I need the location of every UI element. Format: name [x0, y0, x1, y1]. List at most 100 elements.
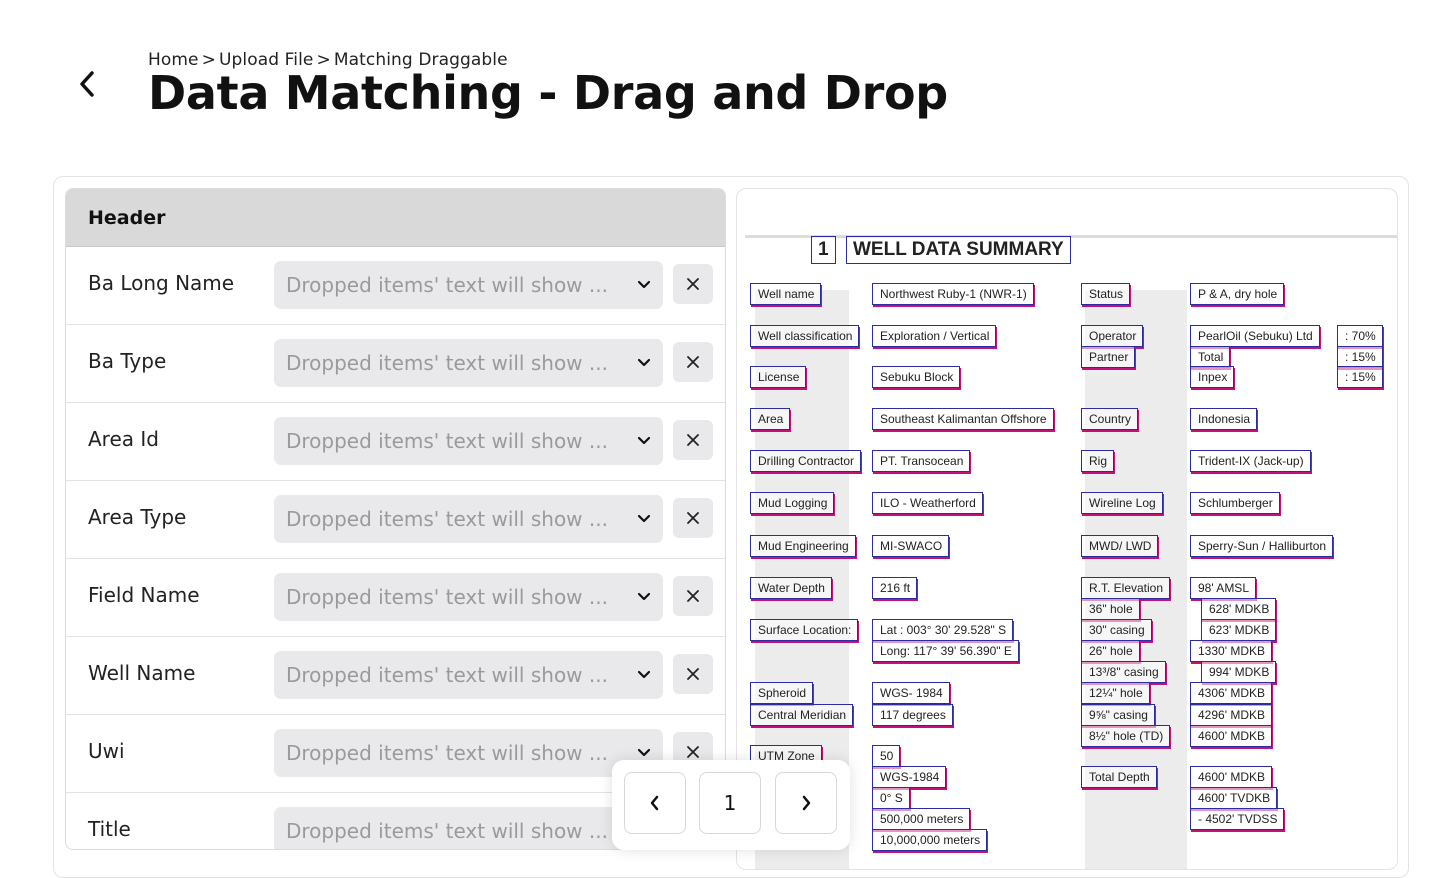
clear-button[interactable] — [673, 498, 713, 538]
select-placeholder: Dropped items' text will show ... — [286, 741, 608, 765]
doc-value-box[interactable]: P & A, dry hole — [1190, 283, 1285, 305]
doc-value-box[interactable]: 0° S — [872, 787, 910, 809]
close-icon — [687, 590, 699, 602]
doc-value-box[interactable]: ILO - Weatherford — [872, 492, 983, 514]
doc-value-box[interactable]: 628' MDKB — [1201, 598, 1277, 620]
dropped-items-select[interactable]: Dropped items' text will show ... — [274, 339, 663, 387]
field-label: Uwi — [88, 739, 125, 763]
doc-label-box[interactable]: License — [750, 366, 807, 388]
clear-button[interactable] — [673, 420, 713, 460]
doc-value-box[interactable]: 500,000 meters — [872, 808, 971, 830]
doc-label-box[interactable]: Drilling Contractor — [750, 450, 862, 472]
field-label: Field Name — [88, 583, 200, 607]
doc-label-box[interactable]: 26" hole — [1081, 640, 1140, 662]
doc-value-box[interactable]: 994' MDKB — [1201, 661, 1277, 683]
doc-value-box[interactable]: 623' MDKB — [1201, 619, 1277, 641]
doc-value-box[interactable]: 4600' TVDKB — [1190, 787, 1278, 809]
doc-value-box[interactable]: Exploration / Vertical — [872, 325, 997, 347]
doc-share-box[interactable]: : 15% — [1337, 366, 1383, 388]
doc-label-box[interactable]: Spheroid — [750, 682, 814, 704]
doc-label-box[interactable]: Partner — [1081, 346, 1136, 368]
clear-button[interactable] — [673, 576, 713, 616]
doc-label-box[interactable]: R.T. Elevation — [1081, 577, 1171, 599]
clear-button[interactable] — [673, 654, 713, 694]
doc-share-box[interactable]: : 70% — [1337, 325, 1383, 347]
doc-label-box[interactable]: 9⅝" casing — [1081, 704, 1155, 726]
doc-value-box[interactable]: Southeast Kalimantan Offshore — [872, 408, 1054, 430]
doc-value-box[interactable]: Total — [1190, 346, 1231, 368]
dropped-items-select[interactable]: Dropped items' text will show ... — [274, 651, 663, 699]
doc-label-box[interactable]: 36" hole — [1081, 598, 1140, 620]
doc-label-box[interactable]: Water Depth — [750, 577, 832, 599]
dropped-items-select[interactable]: Dropped items' text will show ... — [274, 573, 663, 621]
doc-label-box[interactable]: Area — [750, 408, 791, 430]
doc-value-box[interactable]: Indonesia — [1190, 408, 1258, 430]
doc-label-box[interactable]: Well classification — [750, 325, 860, 347]
chevron-down-icon — [637, 670, 651, 679]
doc-value-box[interactable]: 10,000,000 meters — [872, 829, 988, 851]
doc-value-box[interactable]: 4296' MDKB — [1190, 704, 1272, 726]
doc-share-box[interactable]: : 15% — [1337, 346, 1383, 368]
field-mapping-panel: Header Ba Long Name Dropped items' text w… — [65, 188, 726, 850]
doc-label-box[interactable]: 13³/8" casing — [1081, 661, 1166, 683]
next-page-button[interactable] — [775, 772, 837, 834]
doc-value-box[interactable]: WGS- 1984 — [872, 682, 950, 704]
dropped-items-select[interactable]: Dropped items' text will show ... — [274, 729, 663, 777]
section-number-box[interactable]: 1 — [811, 236, 836, 264]
pagination: 1 — [612, 760, 850, 850]
doc-value-box[interactable]: Inpex — [1190, 366, 1235, 388]
dropped-items-select[interactable]: Dropped items' text will show ... — [274, 261, 663, 309]
field-label: Ba Long Name — [88, 271, 235, 295]
doc-value-box[interactable]: Northwest Ruby-1 (NWR-1) — [872, 283, 1034, 305]
clear-button[interactable] — [673, 264, 713, 304]
doc-label-box[interactable]: Surface Location: — [750, 619, 859, 641]
doc-value-box[interactable]: Sebuku Block — [872, 366, 961, 388]
dropped-items-select[interactable]: Dropped items' text will show ... — [274, 417, 663, 465]
doc-label-box[interactable]: Mud Engineering — [750, 535, 856, 557]
doc-value-box[interactable]: Lat : 003° 30' 29.528" S — [872, 619, 1014, 641]
doc-label-box[interactable]: 8½" hole (TD) — [1081, 725, 1171, 747]
doc-label-box[interactable]: Mud Logging — [750, 492, 835, 514]
doc-value-box[interactable]: Trident-IX (Jack-up) — [1190, 450, 1311, 472]
back-button[interactable] — [72, 66, 102, 102]
doc-label-box[interactable]: Operator — [1081, 325, 1144, 347]
doc-value-box[interactable]: 98' AMSL — [1190, 577, 1256, 599]
doc-value-box[interactable]: 4306' MDKB — [1190, 682, 1272, 704]
doc-label-box[interactable]: Status — [1081, 283, 1131, 305]
mapping-row: Well Name Dropped items' text will show .… — [66, 637, 725, 715]
doc-label-box[interactable]: Rig — [1081, 450, 1115, 472]
doc-label-box[interactable]: 30" casing — [1081, 619, 1152, 641]
doc-value-box[interactable]: 1330' MDKB — [1190, 640, 1272, 662]
clear-button[interactable] — [673, 342, 713, 382]
doc-value-box[interactable]: Sperry-Sun / Halliburton — [1190, 535, 1334, 557]
field-label: Area Id — [88, 427, 159, 451]
doc-value-box[interactable]: MI-SWACO — [872, 535, 950, 557]
doc-value-box[interactable]: Long: 117° 39' 56.390" E — [872, 640, 1019, 662]
doc-value-box[interactable]: 117 degrees — [872, 704, 953, 726]
doc-value-box[interactable]: WGS-1984 — [872, 766, 947, 788]
doc-label-box[interactable]: 12¼" hole — [1081, 682, 1150, 704]
doc-value-box[interactable]: PearlOil (Sebuku) Ltd — [1190, 325, 1320, 347]
field-label: Well Name — [88, 661, 196, 685]
close-icon — [687, 668, 699, 680]
doc-value-box[interactable]: 4600' MDKB — [1190, 725, 1272, 747]
dropped-items-select[interactable]: Dropped items' text will show ... — [274, 495, 663, 543]
doc-label-box[interactable]: MWD/ LWD — [1081, 535, 1159, 557]
doc-value-box[interactable]: PT. Transocean — [872, 450, 971, 472]
doc-value-box[interactable]: Schlumberger — [1190, 492, 1280, 514]
doc-label-box[interactable]: Wireline Log — [1081, 492, 1163, 514]
doc-value-box[interactable]: 50 — [872, 745, 901, 767]
section-title-box[interactable]: WELL DATA SUMMARY — [846, 236, 1071, 264]
mapping-row: Field Name Dropped items' text will show … — [66, 559, 725, 637]
doc-label-box[interactable]: Central Meridian — [750, 704, 854, 726]
doc-value-box[interactable]: 4600' MDKB — [1190, 766, 1272, 788]
doc-value-box[interactable]: 216 ft — [872, 577, 918, 599]
current-page[interactable]: 1 — [699, 772, 761, 834]
doc-label-box[interactable]: Well name — [750, 283, 822, 305]
prev-page-button[interactable] — [624, 772, 686, 834]
select-placeholder: Dropped items' text will show ... — [286, 663, 608, 687]
mapping-row: Ba Type Dropped items' text will show ... — [66, 325, 725, 403]
doc-value-box[interactable]: - 4502' TVDSS — [1190, 808, 1285, 830]
doc-label-box[interactable]: Total Depth — [1081, 766, 1157, 788]
doc-label-box[interactable]: Country — [1081, 408, 1139, 430]
